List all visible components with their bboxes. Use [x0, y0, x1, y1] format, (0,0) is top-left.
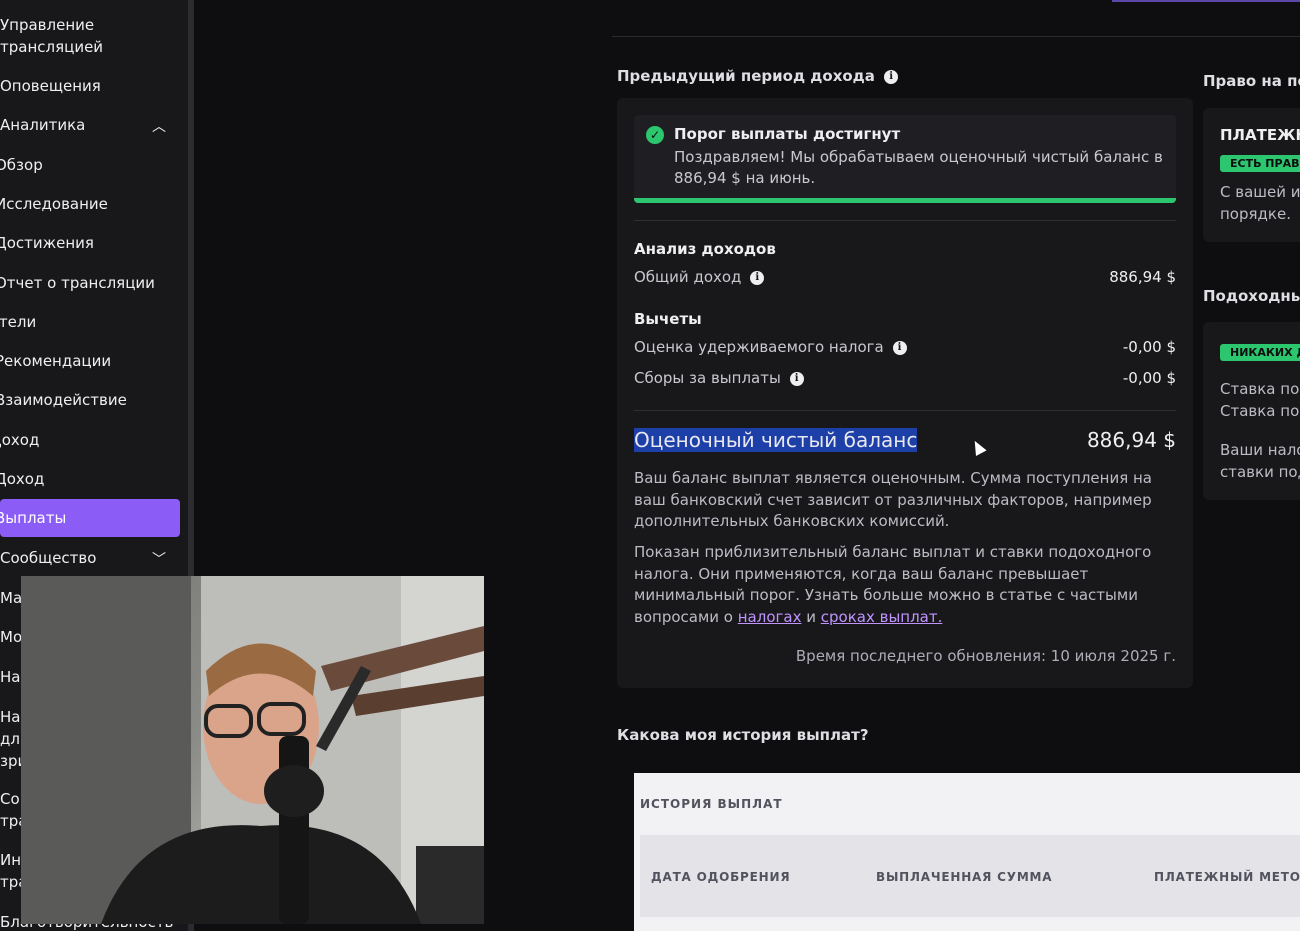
last-updated: Время последнего обновления: 10 июля 202… — [795, 647, 1176, 665]
sidebar-item-viewers[interactable]: Зрители — [0, 311, 150, 333]
sidebar-item-revenue[interactable]: Доход — [0, 468, 175, 490]
info-icon[interactable]: i — [789, 371, 804, 386]
sidebar-item-research[interactable]: Исследование — [0, 193, 175, 215]
previous-period-card: ✓ Порог выплаты достигнут Поздравляем! М… — [617, 98, 1193, 688]
tax-label-text: Оценка удерживаемого налога — [634, 338, 884, 356]
total-income-value: 886,94 $ — [1109, 268, 1176, 286]
fees-value: -0,00 $ — [1122, 369, 1176, 387]
sidebar-fragment[interactable]: Ма — [0, 588, 22, 608]
total-income-label-text: Общий доход — [634, 268, 742, 286]
income-tax-text: Ваши нало — [1220, 441, 1300, 459]
income-tax-text: Ставка под — [1220, 402, 1300, 420]
top-tab-underline — [1112, 0, 1300, 2]
sidebar-item-stream-report[interactable]: Отчет о трансляции — [0, 272, 175, 294]
alert-title: Порог выплаты достигнут — [674, 125, 901, 143]
eligibility-heading: ПЛАТЕЖН — [1220, 126, 1300, 144]
eligibility-text: порядке. — [1220, 205, 1291, 223]
table-header: ДАТА ОДОБРЕНИЯ ВЫПЛАЧЕННАЯ СУММА ПЛАТЕЖН… — [640, 835, 1300, 917]
sidebar-fragment[interactable]: Со — [0, 789, 20, 809]
table-title: ИСТОРИЯ ВЫПЛАТ — [640, 797, 783, 811]
sidebar-item-alerts[interactable]: Оповещения — [0, 75, 180, 97]
income-tax-text: Ставка под — [1220, 380, 1300, 398]
net-balance-value: 886,94 $ — [1086, 428, 1176, 452]
fees-label: Сборы за выплаты i — [634, 369, 804, 387]
income-tax-title: Подоходный — [1203, 287, 1300, 305]
sidebar-item-overview[interactable]: Обзор — [0, 154, 175, 176]
sidebar-fragment[interactable]: На — [0, 667, 20, 687]
column-header-method[interactable]: ПЛАТЕЖНЫЙ МЕТОД — [1154, 870, 1300, 884]
payout-history-question: Какова моя история выплат? — [617, 726, 869, 744]
total-income-label: Общий доход i — [634, 268, 765, 286]
income-tax-text: ставки под — [1220, 463, 1300, 481]
sidebar-item-stream-manager[interactable]: Управление трансляцией — [0, 14, 120, 58]
eligibility-card: ПЛАТЕЖН ЕСТЬ ПРАВО С вашей и порядке. — [1203, 108, 1300, 242]
check-circle-icon: ✓ — [646, 126, 664, 144]
column-header-date[interactable]: ДАТА ОДОБРЕНИЯ — [651, 870, 790, 884]
chevron-down-icon[interactable]: ﹀ — [152, 549, 166, 571]
eligibility-badge: ЕСТЬ ПРАВО — [1220, 153, 1300, 172]
previous-period-title: Предыдущий период дохода i — [617, 67, 899, 85]
income-tax-badge: НИКАКИХ Д — [1220, 342, 1300, 361]
sidebar-fragment[interactable]: Мо — [0, 627, 22, 647]
tax-note: Показан приблизительный баланс выплат и … — [634, 542, 1179, 628]
webcam-image — [21, 576, 484, 924]
eligibility-text: С вашей и — [1220, 183, 1300, 201]
sidebar-item-analytics[interactable]: Аналитика ︿ — [0, 114, 180, 136]
sidebar-item-label: Сообщество — [0, 549, 97, 567]
alert-text: Поздравляем! Мы обрабатываем оценочный ч… — [674, 148, 1163, 187]
sidebar-item-recommendations[interactable]: Рекомендации — [0, 350, 175, 372]
sidebar-item-achievements[interactable]: Достижения — [0, 232, 175, 254]
info-icon[interactable]: i — [750, 270, 765, 285]
payout-history-table: ИСТОРИЯ ВЫПЛАТ ДАТА ОДОБРЕНИЯ ВЫПЛАЧЕННА… — [634, 773, 1300, 931]
deductions-title: Вычеты — [634, 310, 702, 328]
analysis-title: Анализ доходов — [634, 240, 776, 258]
alert-progress-bar — [634, 198, 1176, 203]
webcam-overlay — [21, 576, 484, 924]
column-header-amount[interactable]: ВЫПЛАЧЕННАЯ СУММА — [876, 870, 1052, 884]
sidebar-item-engagement[interactable]: Взаимодействие — [0, 389, 175, 411]
eligibility-title: Право на пол — [1203, 72, 1300, 90]
payout-terms-link[interactable]: сроках выплат. — [821, 608, 943, 626]
taxes-link[interactable]: налогах — [738, 608, 802, 626]
divider — [634, 410, 1176, 411]
sidebar-fragment[interactable]: Ин — [0, 850, 21, 870]
balance-note: Ваш баланс выплат является оценочным. Су… — [634, 469, 1152, 530]
info-icon[interactable]: i — [884, 69, 899, 84]
net-balance-label: Оценочный чистый баланс — [634, 428, 918, 452]
income-tax-card: НИКАКИХ Д Ставка под Ставка под Ваши нал… — [1203, 322, 1300, 500]
sidebar-item-community[interactable]: Сообщество ﹀ — [0, 547, 180, 569]
tax-value: -0,00 $ — [1122, 338, 1176, 356]
chevron-up-icon[interactable]: ︿ — [152, 116, 166, 138]
fees-label-text: Сборы за выплаты — [634, 369, 781, 387]
threshold-alert: ✓ Порог выплаты достигнут Поздравляем! М… — [634, 115, 1176, 203]
previous-period-title-text: Предыдущий период дохода — [617, 67, 875, 85]
sidebar-item-payouts[interactable]: Выплаты — [0, 499, 180, 537]
sidebar-item-revenue-header[interactable]: Доход — [0, 429, 170, 451]
badge-text: НИКАКИХ Д — [1220, 344, 1300, 361]
sidebar-item-label: Аналитика — [0, 116, 86, 134]
info-icon[interactable]: i — [892, 340, 907, 355]
badge-text: ЕСТЬ ПРАВО — [1220, 155, 1300, 172]
tax-label: Оценка удерживаемого налога i — [634, 338, 907, 356]
tax-note-text: и — [801, 607, 821, 626]
divider — [634, 220, 1176, 221]
divider — [612, 36, 1300, 37]
sidebar-fragment[interactable]: На — [0, 707, 20, 727]
sidebar-item-label: Выплаты — [0, 509, 67, 527]
